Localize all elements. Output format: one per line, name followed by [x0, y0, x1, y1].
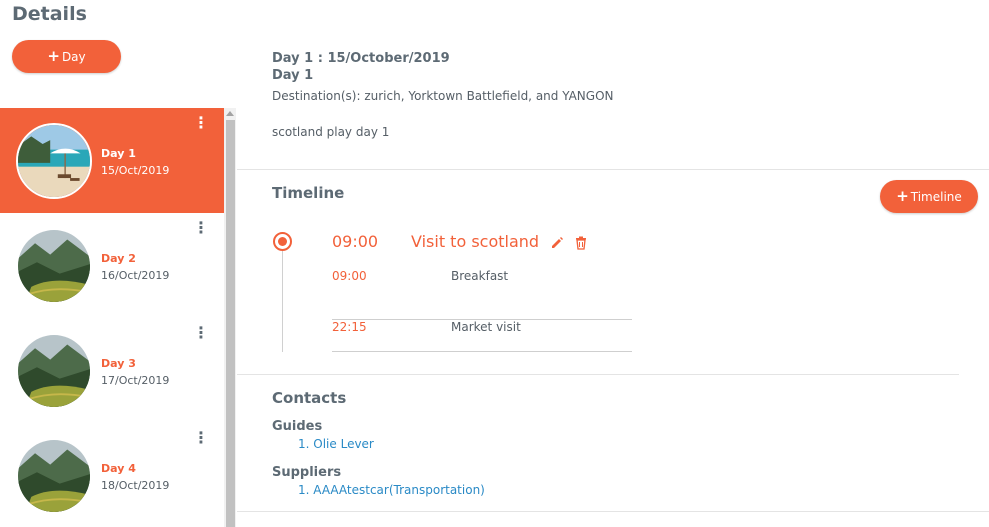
- timeline-line: [282, 250, 283, 352]
- timeline-title: Timeline: [272, 184, 345, 202]
- more-vertical-icon[interactable]: ⋮: [193, 220, 209, 237]
- day-header: Day 1 : 15/October/2019 Day 1 Destinatio…: [272, 51, 614, 139]
- day-thumbnail-mountain: [16, 333, 92, 409]
- scroll-thumb[interactable]: [226, 120, 235, 527]
- list-number: 1.: [298, 437, 310, 451]
- day-date: 16/Oct/2019: [101, 269, 170, 282]
- day-heading: Day 1 : 15/October/2019: [272, 51, 450, 66]
- day-list: Day 1 15/Oct/2019 ⋮ Day 2 16/Oct/2019 ⋮: [0, 108, 224, 527]
- day-item-1[interactable]: Day 1 15/Oct/2019 ⋮: [0, 108, 224, 213]
- more-vertical-icon[interactable]: ⋮: [193, 430, 209, 447]
- day-date: 15/Oct/2019: [101, 164, 170, 177]
- activity-time: 09:00: [332, 269, 367, 283]
- timeline-activity-row: 09:00 Breakfast: [332, 269, 632, 320]
- page-title: Details: [12, 3, 87, 25]
- contacts-title: Contacts: [272, 389, 347, 407]
- day-subheading: Day 1: [272, 68, 314, 83]
- guides-label: Guides: [272, 419, 323, 434]
- add-day-label: Day: [61, 49, 86, 64]
- scroll-up-icon[interactable]: [226, 111, 234, 116]
- more-vertical-icon[interactable]: ⋮: [193, 115, 209, 132]
- timeline-event-title: Visit to scotland: [411, 232, 540, 251]
- more-vertical-icon[interactable]: ⋮: [193, 325, 209, 342]
- guide-link[interactable]: 1. Olie Lever: [298, 437, 374, 451]
- day-thumbnail-mountain: [16, 438, 92, 514]
- day-item-2[interactable]: Day 2 16/Oct/2019 ⋮: [0, 213, 224, 318]
- add-day-button[interactable]: + Day: [12, 40, 121, 73]
- activity-name: Breakfast: [451, 269, 509, 283]
- guide-name[interactable]: Olie Lever: [313, 437, 374, 451]
- divider: [237, 511, 989, 512]
- timeline-event-time: 09:00: [332, 232, 379, 251]
- supplier-link[interactable]: 1. AAAAtestcar(Transportation): [298, 483, 485, 497]
- day-thumbnail-mountain: [16, 228, 92, 304]
- activity-time: 22:15: [332, 320, 367, 334]
- activity-name: Market visit: [451, 320, 521, 334]
- pencil-icon[interactable]: [550, 235, 564, 249]
- suppliers-label: Suppliers: [272, 465, 342, 480]
- divider: [237, 374, 959, 375]
- day-item-3[interactable]: Day 3 17/Oct/2019 ⋮: [0, 318, 224, 423]
- day-label: Day 1: [101, 147, 136, 160]
- day-label: Day 2: [101, 252, 136, 265]
- day-list-scrollbar[interactable]: [224, 108, 236, 527]
- timeline-activity-row: 22:15 Market visit: [332, 320, 632, 352]
- plus-icon: +: [47, 47, 60, 65]
- list-number: 1.: [298, 483, 310, 497]
- trash-icon[interactable]: [574, 235, 588, 250]
- divider: [237, 169, 989, 170]
- day-thumbnail-beach: [16, 123, 92, 199]
- day-date: 18/Oct/2019: [101, 479, 170, 492]
- day-notes: scotland play day 1: [272, 125, 390, 139]
- day-item-4[interactable]: Day 4 18/Oct/2019 ⋮: [0, 423, 224, 527]
- add-timeline-label: Timeline: [910, 189, 962, 204]
- day-label: Day 4: [101, 462, 136, 475]
- day-destinations: Destination(s): zurich, Yorktown Battlef…: [272, 89, 614, 103]
- supplier-name[interactable]: AAAAtestcar(Transportation): [313, 483, 485, 497]
- plus-icon: +: [896, 187, 909, 205]
- day-date: 17/Oct/2019: [101, 374, 170, 387]
- timeline-dot-icon: [273, 232, 292, 251]
- add-timeline-button[interactable]: + Timeline: [880, 180, 978, 213]
- day-label: Day 3: [101, 357, 136, 370]
